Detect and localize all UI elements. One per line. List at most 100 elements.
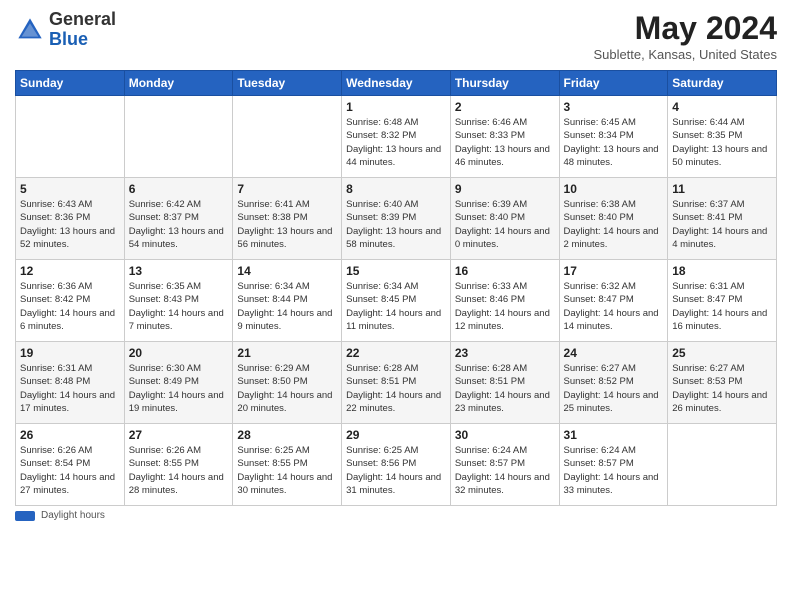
day-number: 21 [237, 346, 337, 360]
day-cell [124, 96, 233, 178]
day-info: Sunrise: 6:30 AM Sunset: 8:49 PM Dayligh… [129, 362, 229, 415]
logo-icon [15, 15, 45, 45]
day-number: 20 [129, 346, 229, 360]
calendar-table: SundayMondayTuesdayWednesdayThursdayFrid… [15, 70, 777, 506]
day-info: Sunrise: 6:41 AM Sunset: 8:38 PM Dayligh… [237, 198, 337, 251]
day-number: 1 [346, 100, 446, 114]
day-cell: 9 Sunrise: 6:39 AM Sunset: 8:40 PM Daylig… [450, 178, 559, 260]
day-cell: 15 Sunrise: 6:34 AM Sunset: 8:45 PM Dayli… [342, 260, 451, 342]
day-info: Sunrise: 6:29 AM Sunset: 8:50 PM Dayligh… [237, 362, 337, 415]
day-info: Sunrise: 6:33 AM Sunset: 8:46 PM Dayligh… [455, 280, 555, 333]
day-info: Sunrise: 6:25 AM Sunset: 8:56 PM Dayligh… [346, 444, 446, 497]
day-number: 14 [237, 264, 337, 278]
day-number: 5 [20, 182, 120, 196]
day-number: 11 [672, 182, 772, 196]
day-number: 9 [455, 182, 555, 196]
header: General Blue May 2024 Sublette, Kansas, … [15, 10, 777, 62]
day-number: 27 [129, 428, 229, 442]
day-cell: 2 Sunrise: 6:46 AM Sunset: 8:33 PM Daylig… [450, 96, 559, 178]
day-info: Sunrise: 6:48 AM Sunset: 8:32 PM Dayligh… [346, 116, 446, 169]
day-info: Sunrise: 6:43 AM Sunset: 8:36 PM Dayligh… [20, 198, 120, 251]
day-info: Sunrise: 6:36 AM Sunset: 8:42 PM Dayligh… [20, 280, 120, 333]
day-number: 13 [129, 264, 229, 278]
week-row-3: 19 Sunrise: 6:31 AM Sunset: 8:48 PM Dayli… [16, 342, 777, 424]
day-info: Sunrise: 6:28 AM Sunset: 8:51 PM Dayligh… [346, 362, 446, 415]
day-info: Sunrise: 6:31 AM Sunset: 8:47 PM Dayligh… [672, 280, 772, 333]
day-info: Sunrise: 6:45 AM Sunset: 8:34 PM Dayligh… [564, 116, 664, 169]
calendar-body: 1 Sunrise: 6:48 AM Sunset: 8:32 PM Daylig… [16, 96, 777, 506]
day-info: Sunrise: 6:34 AM Sunset: 8:45 PM Dayligh… [346, 280, 446, 333]
day-cell: 7Sunrise: 6:41 AM Sunset: 8:38 PM Daylig… [233, 178, 342, 260]
day-header-saturday: Saturday [668, 71, 777, 96]
day-number: 23 [455, 346, 555, 360]
day-header-wednesday: Wednesday [342, 71, 451, 96]
day-number: 30 [455, 428, 555, 442]
day-cell: 19 Sunrise: 6:31 AM Sunset: 8:48 PM Dayli… [16, 342, 125, 424]
day-cell: 29 Sunrise: 6:25 AM Sunset: 8:56 PM Dayli… [342, 424, 451, 506]
day-number: 4 [672, 100, 772, 114]
day-info: Sunrise: 6:24 AM Sunset: 8:57 PM Dayligh… [455, 444, 555, 497]
day-cell: 3 Sunrise: 6:45 AM Sunset: 8:34 PM Daylig… [559, 96, 668, 178]
day-header-friday: Friday [559, 71, 668, 96]
day-number: 22 [346, 346, 446, 360]
day-cell: 25 Sunrise: 6:27 AM Sunset: 8:53 PM Dayli… [668, 342, 777, 424]
day-info: Sunrise: 6:35 AM Sunset: 8:43 PM Dayligh… [129, 280, 229, 333]
day-cell [16, 96, 125, 178]
day-cell: 10Sunrise: 6:38 AM Sunset: 8:40 PM Dayli… [559, 178, 668, 260]
day-number: 31 [564, 428, 664, 442]
day-number: 12 [20, 264, 120, 278]
day-number: 17 [564, 264, 664, 278]
daylight-bar-icon [15, 511, 35, 521]
day-info: Sunrise: 6:44 AM Sunset: 8:35 PM Dayligh… [672, 116, 772, 169]
day-header-sunday: Sunday [16, 71, 125, 96]
header-row: SundayMondayTuesdayWednesdayThursdayFrid… [16, 71, 777, 96]
day-number: 3 [564, 100, 664, 114]
page: General Blue May 2024 Sublette, Kansas, … [0, 0, 792, 612]
day-number: 25 [672, 346, 772, 360]
day-number: 18 [672, 264, 772, 278]
week-row-4: 26Sunrise: 6:26 AM Sunset: 8:54 PM Dayli… [16, 424, 777, 506]
day-info: Sunrise: 6:26 AM Sunset: 8:54 PM Dayligh… [20, 444, 120, 497]
day-info: Sunrise: 6:31 AM Sunset: 8:48 PM Dayligh… [20, 362, 120, 415]
day-number: 6 [129, 182, 229, 196]
day-number: 28 [237, 428, 337, 442]
day-info: Sunrise: 6:40 AM Sunset: 8:39 PM Dayligh… [346, 198, 446, 251]
day-info: Sunrise: 6:46 AM Sunset: 8:33 PM Dayligh… [455, 116, 555, 169]
day-cell: 1 Sunrise: 6:48 AM Sunset: 8:32 PM Daylig… [342, 96, 451, 178]
day-info: Sunrise: 6:28 AM Sunset: 8:51 PM Dayligh… [455, 362, 555, 415]
day-info: Sunrise: 6:37 AM Sunset: 8:41 PM Dayligh… [672, 198, 772, 251]
daylight-label: Daylight hours [41, 510, 105, 521]
day-number: 10 [564, 182, 664, 196]
day-info: Sunrise: 6:34 AM Sunset: 8:44 PM Dayligh… [237, 280, 337, 333]
day-info: Sunrise: 6:27 AM Sunset: 8:52 PM Dayligh… [564, 362, 664, 415]
day-cell: 4 Sunrise: 6:44 AM Sunset: 8:35 PM Daylig… [668, 96, 777, 178]
week-row-0: 1 Sunrise: 6:48 AM Sunset: 8:32 PM Daylig… [16, 96, 777, 178]
day-number: 2 [455, 100, 555, 114]
day-cell: 12 Sunrise: 6:36 AM Sunset: 8:42 PM Dayli… [16, 260, 125, 342]
calendar-header: SundayMondayTuesdayWednesdayThursdayFrid… [16, 71, 777, 96]
day-cell: 21 Sunrise: 6:29 AM Sunset: 8:50 PM Dayli… [233, 342, 342, 424]
day-number: 19 [20, 346, 120, 360]
day-info: Sunrise: 6:27 AM Sunset: 8:53 PM Dayligh… [672, 362, 772, 415]
day-cell: 16 Sunrise: 6:33 AM Sunset: 8:46 PM Dayli… [450, 260, 559, 342]
day-number: 16 [455, 264, 555, 278]
day-info: Sunrise: 6:32 AM Sunset: 8:47 PM Dayligh… [564, 280, 664, 333]
day-number: 29 [346, 428, 446, 442]
day-info: Sunrise: 6:24 AM Sunset: 8:57 PM Dayligh… [564, 444, 664, 497]
day-cell: 11 Sunrise: 6:37 AM Sunset: 8:41 PM Dayli… [668, 178, 777, 260]
day-cell [668, 424, 777, 506]
logo-text: General Blue [49, 10, 116, 50]
week-row-2: 12 Sunrise: 6:36 AM Sunset: 8:42 PM Dayli… [16, 260, 777, 342]
day-cell: 30 Sunrise: 6:24 AM Sunset: 8:57 PM Dayli… [450, 424, 559, 506]
day-info: Sunrise: 6:39 AM Sunset: 8:40 PM Dayligh… [455, 198, 555, 251]
logo-general: General [49, 9, 116, 29]
day-number: 15 [346, 264, 446, 278]
day-info: Sunrise: 6:26 AM Sunset: 8:55 PM Dayligh… [129, 444, 229, 497]
day-number: 24 [564, 346, 664, 360]
day-header-monday: Monday [124, 71, 233, 96]
day-cell: 8Sunrise: 6:40 AM Sunset: 8:39 PM Daylig… [342, 178, 451, 260]
day-cell: 31 Sunrise: 6:24 AM Sunset: 8:57 PM Dayli… [559, 424, 668, 506]
day-header-thursday: Thursday [450, 71, 559, 96]
day-cell: 6Sunrise: 6:42 AM Sunset: 8:37 PM Daylig… [124, 178, 233, 260]
day-cell: 27 Sunrise: 6:26 AM Sunset: 8:55 PM Dayli… [124, 424, 233, 506]
